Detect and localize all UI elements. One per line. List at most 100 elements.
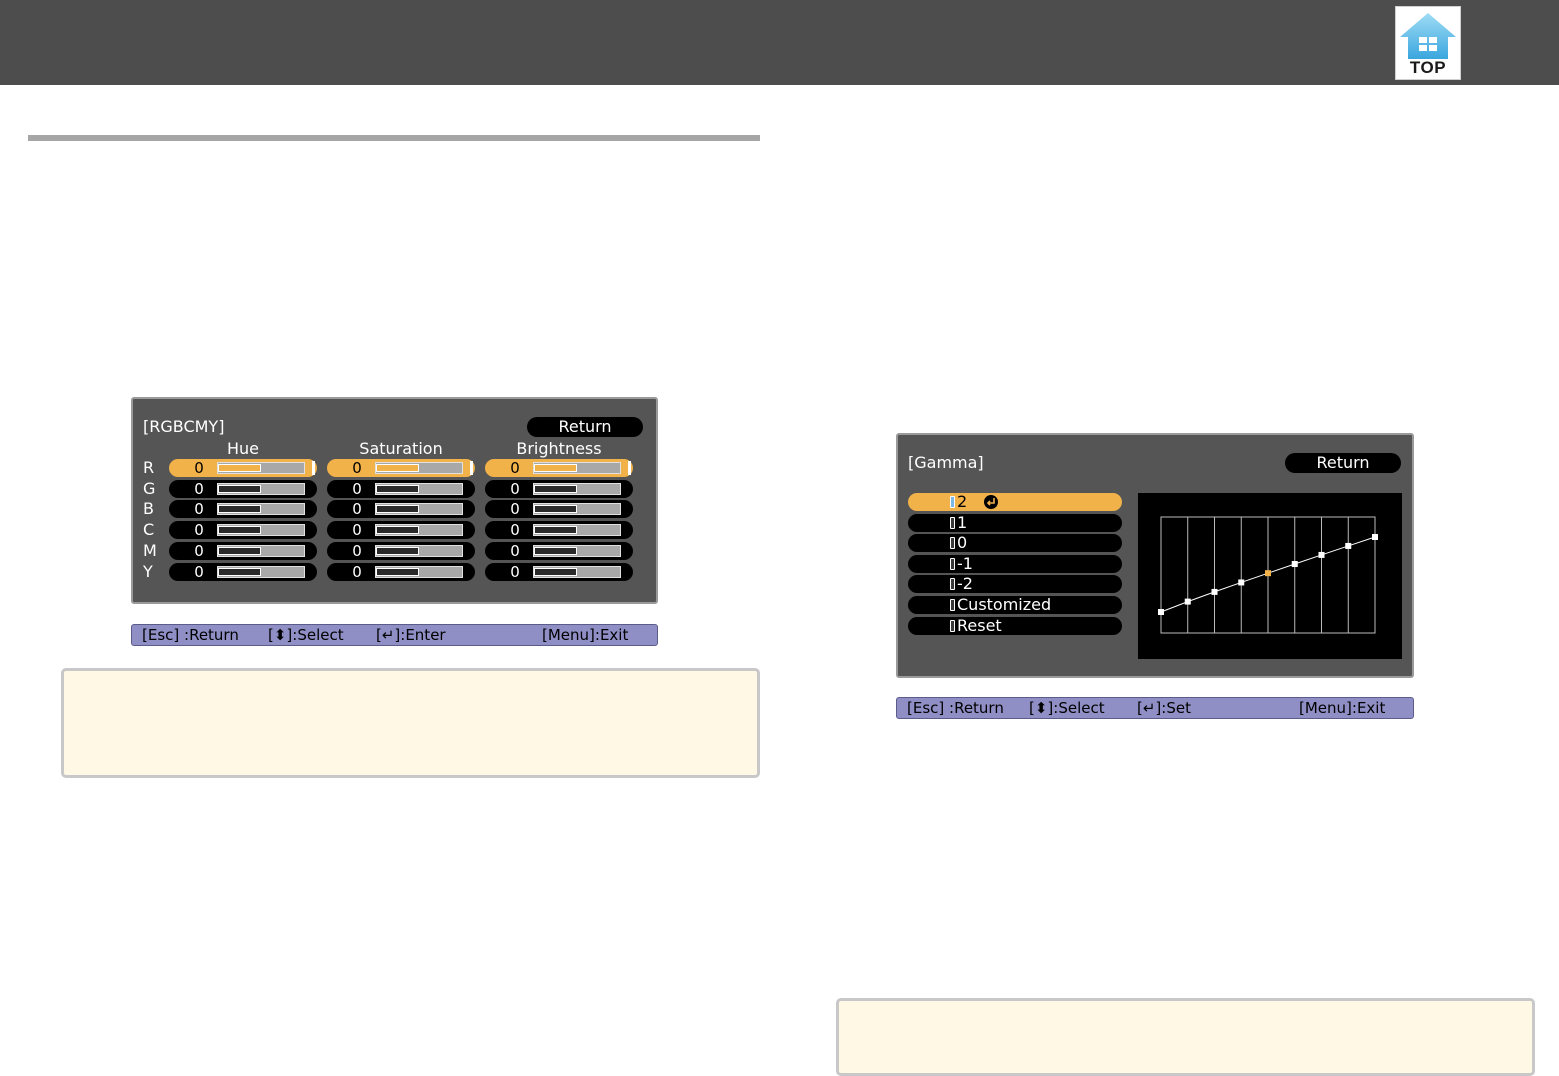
gamma-option[interactable]: -1 [908, 553, 1122, 573]
slider-fill [376, 505, 419, 514]
gamma-guide-bar: [Esc] :Return [⬍]:Select [↵]:Set [Menu]:… [896, 697, 1414, 719]
slider-value: 0 [352, 479, 362, 498]
slider-track [375, 482, 463, 495]
gamma-option[interactable]: Reset [908, 615, 1122, 635]
slider-track [533, 544, 621, 557]
hue-slider-b[interactable]: 0 [169, 500, 317, 519]
slider-value: 0 [510, 459, 520, 477]
return-button[interactable]: Return [527, 417, 643, 437]
slider-value: 0 [352, 562, 362, 581]
guide-esc: [Esc] :Return [907, 699, 1004, 717]
radio-marker-icon [950, 516, 955, 529]
slider-value: 0 [194, 541, 204, 560]
brightness-slider-m[interactable]: 0 [485, 541, 633, 560]
gamma-option-label: 1 [957, 512, 968, 532]
column-header-hue: Hue [226, 439, 259, 458]
slider-track [533, 524, 621, 537]
gamma-point [1238, 579, 1245, 586]
slider-fill [218, 505, 261, 514]
slider-fill [376, 464, 419, 472]
row-label-m: M [143, 540, 157, 560]
gamma-option-label: Reset [957, 615, 1002, 635]
slider-fill [376, 546, 419, 555]
slider-value: 0 [352, 521, 362, 540]
slider-fill [218, 546, 261, 555]
slider-track [533, 482, 621, 495]
gamma-title: [Gamma] [908, 453, 984, 472]
gamma-option[interactable]: 0 [908, 533, 1122, 553]
guide-esc: [Esc] :Return [142, 626, 239, 644]
slider-value: 0 [510, 521, 520, 540]
slider-fill [218, 567, 261, 576]
gamma-option-label: 0 [957, 533, 968, 553]
gamma-point [1345, 542, 1352, 549]
gamma-point [1184, 598, 1191, 605]
brightness-slider-c[interactable]: 0 [485, 521, 633, 540]
slider-value: 0 [352, 459, 362, 477]
row-label-c: C [143, 520, 155, 540]
saturation-slider-b[interactable]: 0 [327, 500, 475, 519]
slider-end-cap [628, 461, 631, 475]
rgbcmy-guide-bar: [Esc] :Return [⬍]:Select [↵]:Enter [Menu… [131, 624, 658, 646]
slider-track [217, 565, 305, 578]
slider-value: 0 [194, 521, 204, 540]
home-icon [1400, 13, 1456, 59]
slider-value: 0 [194, 459, 204, 477]
hue-slider-r[interactable]: 0 [169, 459, 317, 477]
saturation-slider-y[interactable]: 0 [327, 562, 475, 581]
guide-select: [⬍]:Select [268, 626, 344, 644]
brightness-slider-g[interactable]: 0 [485, 479, 633, 498]
hue-slider-m[interactable]: 0 [169, 541, 317, 560]
top-button-label: TOP [1409, 58, 1447, 77]
gamma-option[interactable]: 1 [908, 512, 1122, 532]
saturation-slider-c[interactable]: 0 [327, 521, 475, 540]
saturation-slider-m[interactable]: 0 [327, 541, 475, 560]
return-button[interactable]: Return [1285, 453, 1401, 473]
brightness-slider-y[interactable]: 0 [485, 562, 633, 581]
gamma-option-label: -1 [957, 553, 973, 573]
saturation-slider-r[interactable]: 0 [327, 459, 475, 477]
slider-track [375, 544, 463, 557]
gamma-option[interactable]: Customized [908, 596, 1122, 614]
radio-marker-icon [950, 619, 955, 632]
gamma-screen: [Gamma] Return 2 1 0 -1 -2 Customized Reset [896, 433, 1414, 678]
radio-marker-icon [950, 578, 955, 591]
note-box [836, 998, 1535, 1076]
row-label-g: G [143, 478, 156, 498]
gamma-option[interactable]: -2 [908, 575, 1122, 594]
brightness-slider-r[interactable]: 0 [485, 459, 633, 477]
slider-track [217, 524, 305, 537]
slider-fill [218, 526, 261, 535]
hue-slider-y[interactable]: 0 [169, 562, 317, 581]
slider-fill [534, 484, 577, 493]
gamma-curve [1158, 516, 1378, 634]
saturation-slider-g[interactable]: 0 [327, 479, 475, 498]
slider-fill [218, 484, 261, 493]
slider-fill [376, 526, 419, 535]
header-bar [0, 0, 1559, 85]
gamma-graph [1138, 493, 1402, 659]
slider-track [533, 565, 621, 578]
slider-value: 0 [510, 562, 520, 581]
hue-slider-c[interactable]: 0 [169, 521, 317, 540]
slider-end-cap [470, 461, 473, 475]
row-label-y: Y [143, 561, 153, 581]
slider-fill [534, 464, 577, 472]
guide-enter: [↵]:Enter [376, 626, 446, 644]
gamma-option[interactable]: 2 [908, 493, 1122, 511]
slider-fill [376, 484, 419, 493]
top-button[interactable]: TOP [1395, 6, 1461, 80]
radio-marker-icon [950, 599, 955, 611]
gamma-point [1291, 561, 1298, 568]
slider-track [375, 524, 463, 537]
slider-value: 0 [194, 562, 204, 581]
slider-fill [534, 526, 577, 535]
slider-value: 0 [194, 500, 204, 519]
gamma-point [1158, 609, 1164, 615]
slider-track [217, 462, 305, 474]
radio-marker-icon [950, 557, 955, 570]
brightness-slider-b[interactable]: 0 [485, 500, 633, 519]
gamma-point [1318, 551, 1325, 558]
hue-slider-g[interactable]: 0 [169, 479, 317, 498]
gamma-point [1211, 588, 1218, 595]
